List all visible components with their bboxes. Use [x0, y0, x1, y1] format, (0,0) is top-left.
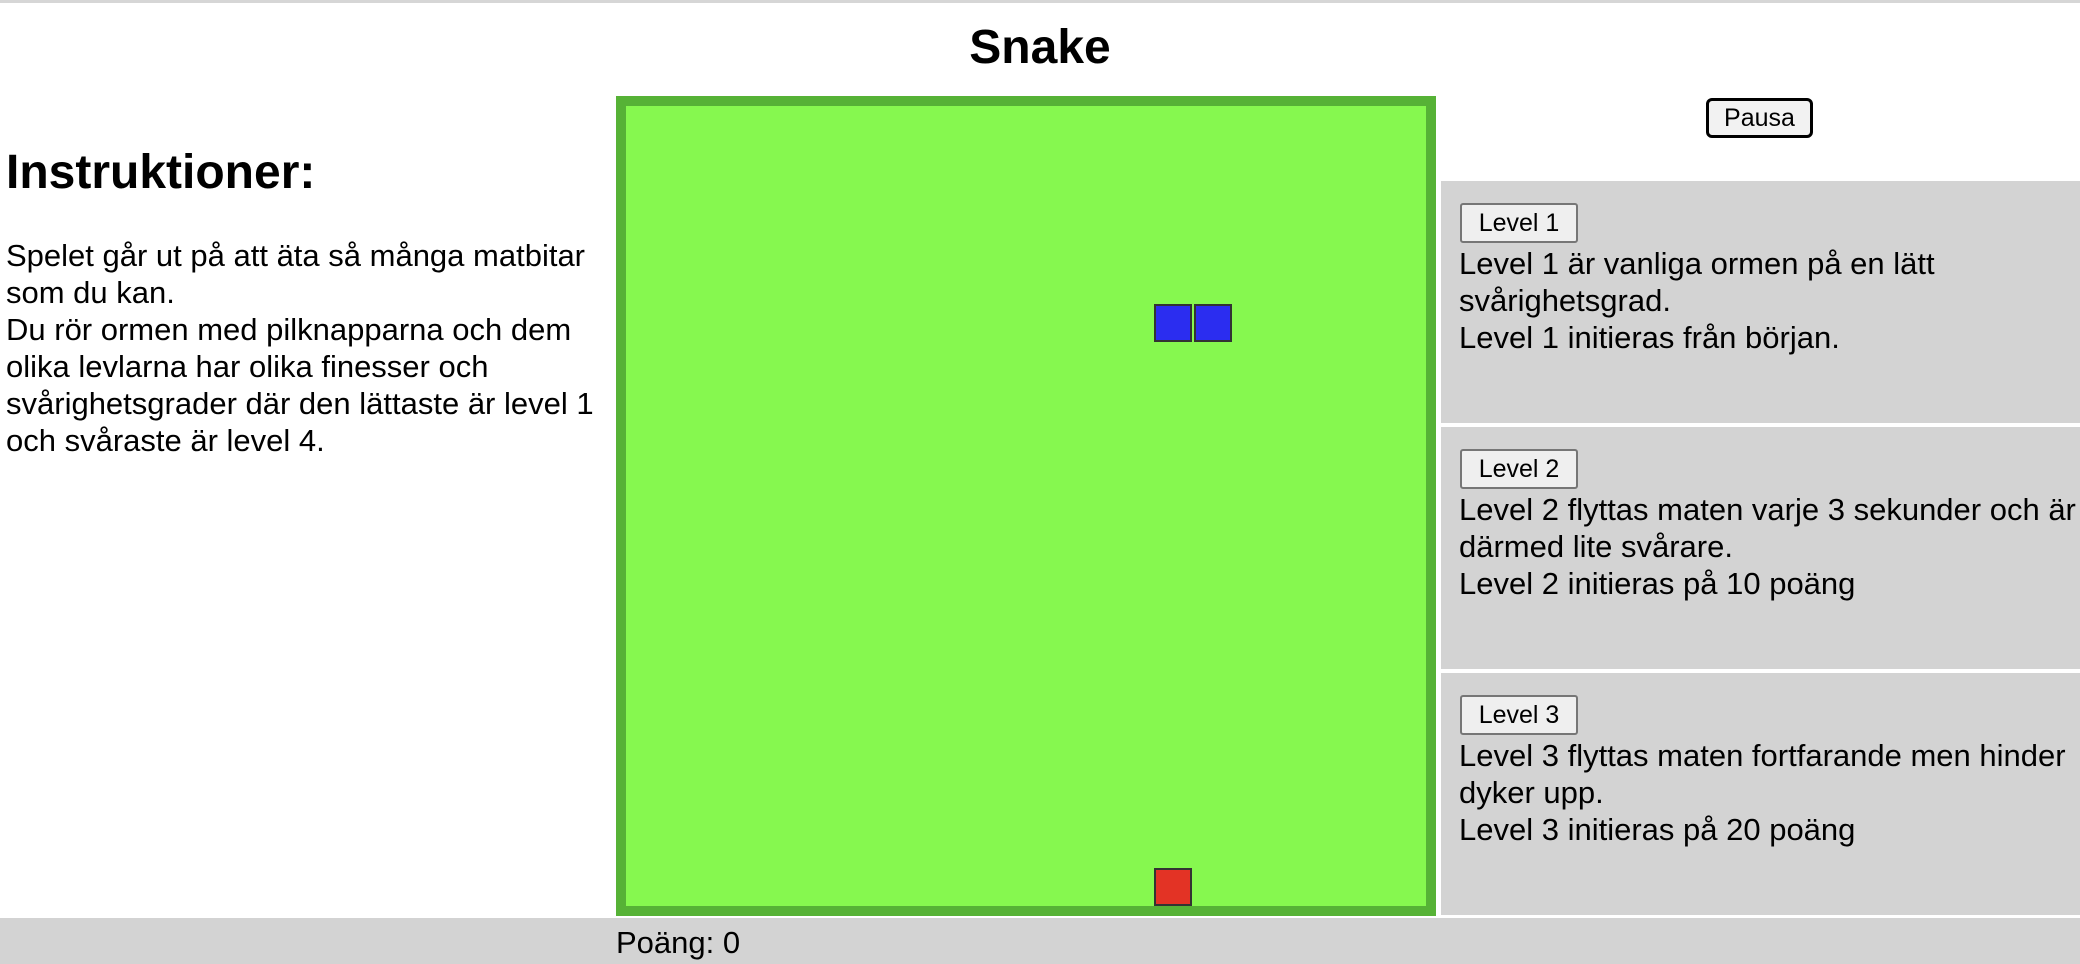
instructions-text: Spelet går ut på att äta så många matbit… [6, 237, 611, 459]
score-bar: Poäng: 0 [0, 918, 2080, 964]
level-1-desc-text: Level 1 är vanliga ormen på en lätt svår… [1459, 246, 1935, 318]
level-3-desc-text: Level 3 flyttas maten fortfarande men hi… [1459, 738, 2066, 810]
instructions-line-1: Spelet går ut på att äta så många matbit… [6, 238, 586, 310]
level-2-button[interactable]: Level 2 [1460, 449, 1578, 489]
game-board[interactable] [616, 96, 1436, 916]
instructions-line-2: Du rör ormen med pilknapparna och dem ol… [6, 312, 594, 458]
level-panel-2: Level 2 Level 2 flyttas maten varje 3 se… [1441, 427, 2080, 669]
level-3-button[interactable]: Level 3 [1460, 695, 1578, 735]
level-3-description: Level 3 flyttas maten fortfarande men hi… [1459, 737, 2080, 848]
level-panel-3: Level 3 Level 3 flyttas maten fortfarand… [1441, 673, 2080, 915]
instructions-section: Instruktioner: Spelet går ut på att äta … [6, 143, 611, 459]
level-2-description: Level 2 flyttas maten varje 3 sekunder o… [1459, 491, 2080, 602]
level-2-init-text: Level 2 initieras på 10 poäng [1459, 566, 1856, 601]
score-label: Poäng: 0 [616, 925, 741, 960]
level-1-button[interactable]: Level 1 [1460, 203, 1578, 243]
snake-segment [1154, 304, 1192, 342]
food-item [1154, 868, 1192, 906]
level-3-init-text: Level 3 initieras på 20 poäng [1459, 812, 1856, 847]
level-2-desc-text: Level 2 flyttas maten varje 3 sekunder o… [1459, 492, 2076, 564]
page-title: Snake [969, 21, 1111, 74]
snake-head [1194, 304, 1232, 342]
level-1-init-text: Level 1 initieras från början. [1459, 320, 1840, 355]
top-border [0, 0, 2080, 3]
instructions-heading: Instruktioner: [6, 146, 316, 199]
pause-button[interactable]: Pausa [1706, 98, 1813, 138]
level-panel-1: Level 1 Level 1 är vanliga ormen på en l… [1441, 181, 2080, 423]
level-1-description: Level 1 är vanliga ormen på en lätt svår… [1459, 245, 2080, 356]
